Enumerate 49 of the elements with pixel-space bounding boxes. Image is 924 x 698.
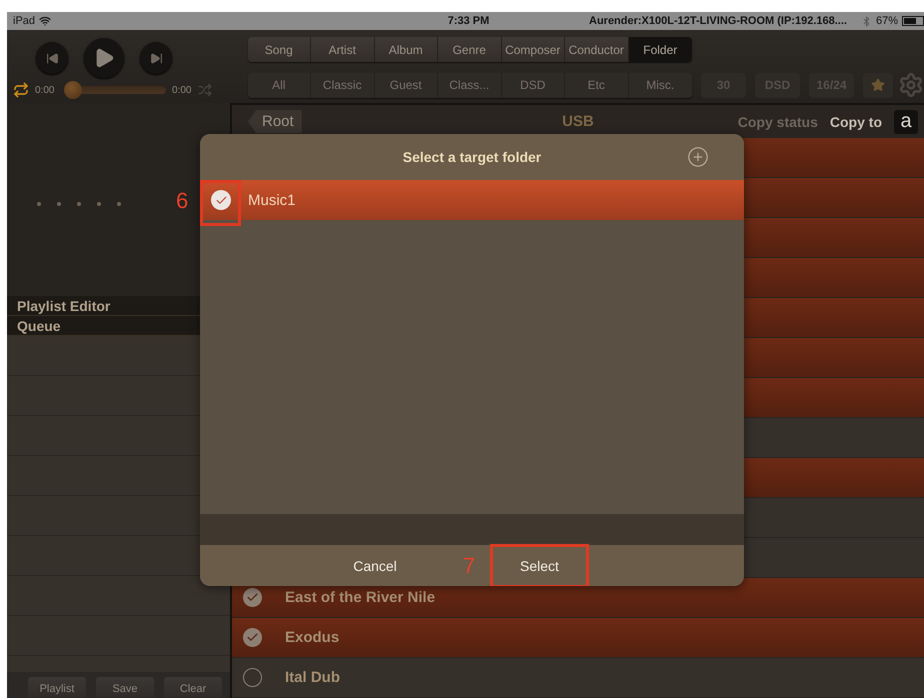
toolbar-button[interactable]: Playlist	[28, 677, 86, 698]
toolbar-button[interactable]: Save	[96, 677, 154, 698]
battery-icon	[902, 16, 924, 26]
callout-number: 7	[463, 554, 476, 576]
slider-thumb[interactable]	[64, 81, 82, 99]
category-tab[interactable]: Composer	[502, 37, 565, 62]
next-icon	[150, 52, 163, 64]
star-icon	[871, 78, 885, 92]
track-row[interactable]: Exodus	[232, 618, 924, 658]
previous-icon	[46, 52, 59, 64]
previous-button[interactable]	[36, 42, 68, 74]
category-tab[interactable]: Album	[374, 37, 438, 62]
bluetooth-icon	[860, 16, 872, 26]
add-icon[interactable]	[687, 146, 709, 168]
track-title: East of the River Nile	[285, 589, 436, 606]
toolbar-button[interactable]: Clear	[164, 677, 222, 698]
track-title: Exodus	[285, 629, 340, 646]
track-title: Ital Dub	[285, 669, 340, 686]
track-row[interactable]: Ital Dub	[232, 658, 924, 698]
connection-name: Aurender:X100L-12T-LIVING-ROOM (IP:192.168....	[589, 15, 847, 27]
category-tab[interactable]: Genre	[438, 37, 502, 62]
back-button[interactable]: Root	[248, 110, 302, 133]
total-time: 0:00	[172, 84, 192, 96]
check-circle[interactable]	[243, 628, 262, 647]
device-name: iPad	[13, 15, 36, 27]
folder-title: USB	[562, 113, 594, 130]
elapsed-time: 0:00	[35, 84, 54, 96]
category-tab[interactable]: Conductor	[565, 37, 628, 62]
index-button[interactable]: a	[894, 110, 918, 134]
check-circle[interactable]	[211, 190, 231, 210]
folder-name: Music1	[248, 192, 296, 208]
category-tab[interactable]: Artist	[311, 37, 374, 62]
category-tab[interactable]: Folder	[628, 37, 692, 62]
callout-number: 6	[176, 190, 188, 212]
dialog-title: Select a target folder	[402, 149, 542, 165]
clock: 7:33 PM	[448, 15, 490, 27]
category-tab[interactable]: Song	[248, 37, 311, 62]
play-button[interactable]	[84, 38, 124, 78]
check-circle[interactable]	[243, 588, 262, 607]
header-action[interactable]: Copy to	[830, 114, 882, 130]
repeat-icon[interactable]	[13, 82, 29, 98]
folder-row[interactable]: Music1	[200, 180, 744, 220]
check-circle[interactable]	[243, 668, 262, 687]
highlight-frame	[200, 180, 241, 226]
wifi-icon	[39, 15, 52, 27]
favorite-button[interactable]	[863, 72, 893, 98]
battery-percent: 67%	[876, 15, 898, 27]
next-button[interactable]	[140, 42, 172, 74]
progress-slider[interactable]	[64, 81, 166, 99]
